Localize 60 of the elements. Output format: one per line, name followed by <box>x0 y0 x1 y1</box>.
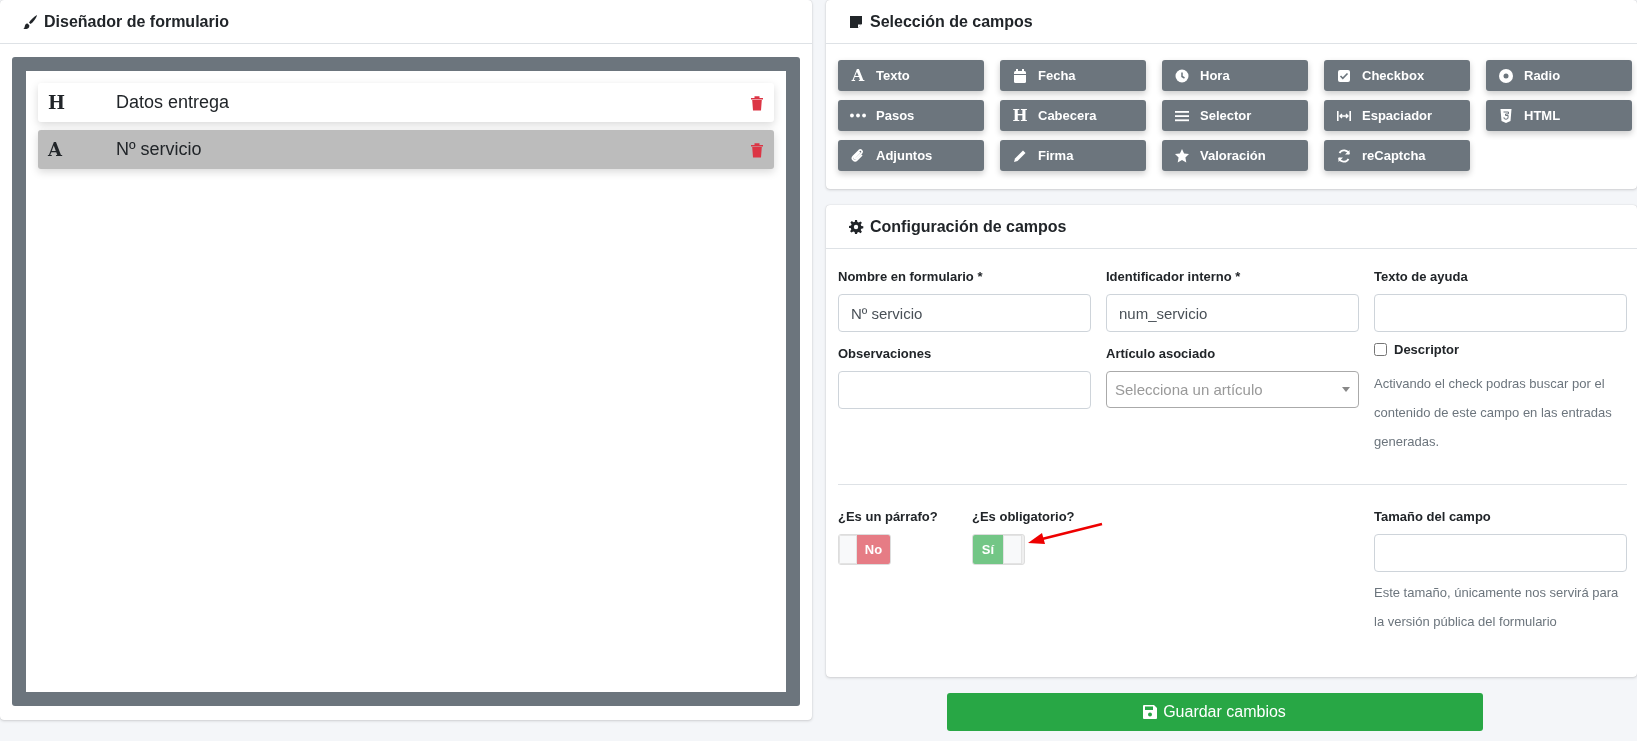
checkbox-icon <box>1336 67 1352 84</box>
field-label: Observaciones <box>838 346 933 361</box>
field-type-button[interactable]: Checkbox <box>1324 60 1470 91</box>
text-input[interactable]: Nº servicio <box>838 294 1091 332</box>
field-type-button[interactable]: Firma <box>1000 140 1146 171</box>
descriptor-checkbox[interactable] <box>1374 343 1387 356</box>
panel-title: Configuración de campos <box>870 217 1067 236</box>
article-dropdown[interactable]: Selecciona un artículo <box>1106 371 1359 408</box>
help-text: Este tamaño, únicamente nos servirá para la versión pública del formulario <box>1374 584 1620 631</box>
field-type-button[interactable]: Fecha <box>1000 60 1146 91</box>
field-type-icon: A <box>48 139 116 160</box>
paperclip-icon <box>850 147 866 164</box>
field-type-button[interactable]: Pasos <box>838 100 984 131</box>
field-label: Nº servicio <box>116 139 203 160</box>
field-label: Nombre en formulario * <box>838 269 984 284</box>
field-type-button[interactable]: A Texto <box>838 60 984 91</box>
field-label: Tamaño del campo <box>1374 509 1492 524</box>
field-type-button[interactable]: reCaptcha <box>1324 140 1470 171</box>
checkbox-label: Descriptor <box>1394 342 1460 357</box>
toggle-label: ¿Es obligatorio? <box>972 509 1076 524</box>
field-type-button[interactable]: Selector <box>1162 100 1308 131</box>
field-type-button[interactable]: Espaciador <box>1324 100 1470 131</box>
radio-icon <box>1498 67 1514 84</box>
field-type-button[interactable]: Valoración <box>1162 140 1308 171</box>
save-button[interactable]: Guardar cambios <box>946 693 1483 731</box>
field-type-button[interactable]: H Cabecera <box>1000 100 1146 131</box>
text-input[interactable] <box>838 371 1091 409</box>
note-icon <box>848 13 864 30</box>
gear-icon <box>848 218 864 235</box>
dots-icon <box>850 113 866 118</box>
field-type-button[interactable]: Hora <box>1162 60 1308 91</box>
field-label: Datos entrega <box>116 92 231 113</box>
help-text: Activando el check podras buscar por el contenido de este campo en las entradas generadas. <box>1374 375 1613 451</box>
field-label: Texto de ayuda <box>1374 269 1469 284</box>
panel-title: Diseñador de formulario <box>44 12 229 31</box>
field-type-button[interactable]: HTML <box>1486 100 1632 131</box>
caret-icon <box>1342 387 1350 392</box>
toggle-switch[interactable]: No <box>838 534 891 565</box>
field-label: Identificador interno * <box>1106 269 1242 284</box>
html5-icon <box>1498 107 1514 124</box>
text-input[interactable] <box>1374 534 1627 572</box>
field-type-button[interactable]: Adjuntos <box>838 140 984 171</box>
form-field-item[interactable]: H Datos entrega <box>38 83 774 122</box>
clock-icon <box>1174 67 1190 84</box>
field-label: Artículo asociado <box>1106 346 1217 361</box>
toggle-label: ¿Es un párrafo? <box>838 509 939 524</box>
field-type-icon: H <box>48 92 116 113</box>
field-type-icon: A <box>850 66 866 85</box>
form-field-item[interactable]: A Nº servicio <box>38 130 774 169</box>
trash-icon[interactable] <box>750 141 764 158</box>
trash-icon[interactable] <box>750 94 764 111</box>
text-input[interactable]: num_servicio <box>1106 294 1359 332</box>
star-icon <box>1174 147 1190 164</box>
brush-icon <box>22 13 38 30</box>
panel-title: Selección de campos <box>870 12 1033 31</box>
text-input[interactable] <box>1374 294 1627 332</box>
field-type-icon: H <box>1012 106 1028 125</box>
calendar-icon <box>1012 67 1028 84</box>
field-type-button[interactable]: Radio <box>1486 60 1632 91</box>
refresh-icon <box>1336 147 1352 164</box>
